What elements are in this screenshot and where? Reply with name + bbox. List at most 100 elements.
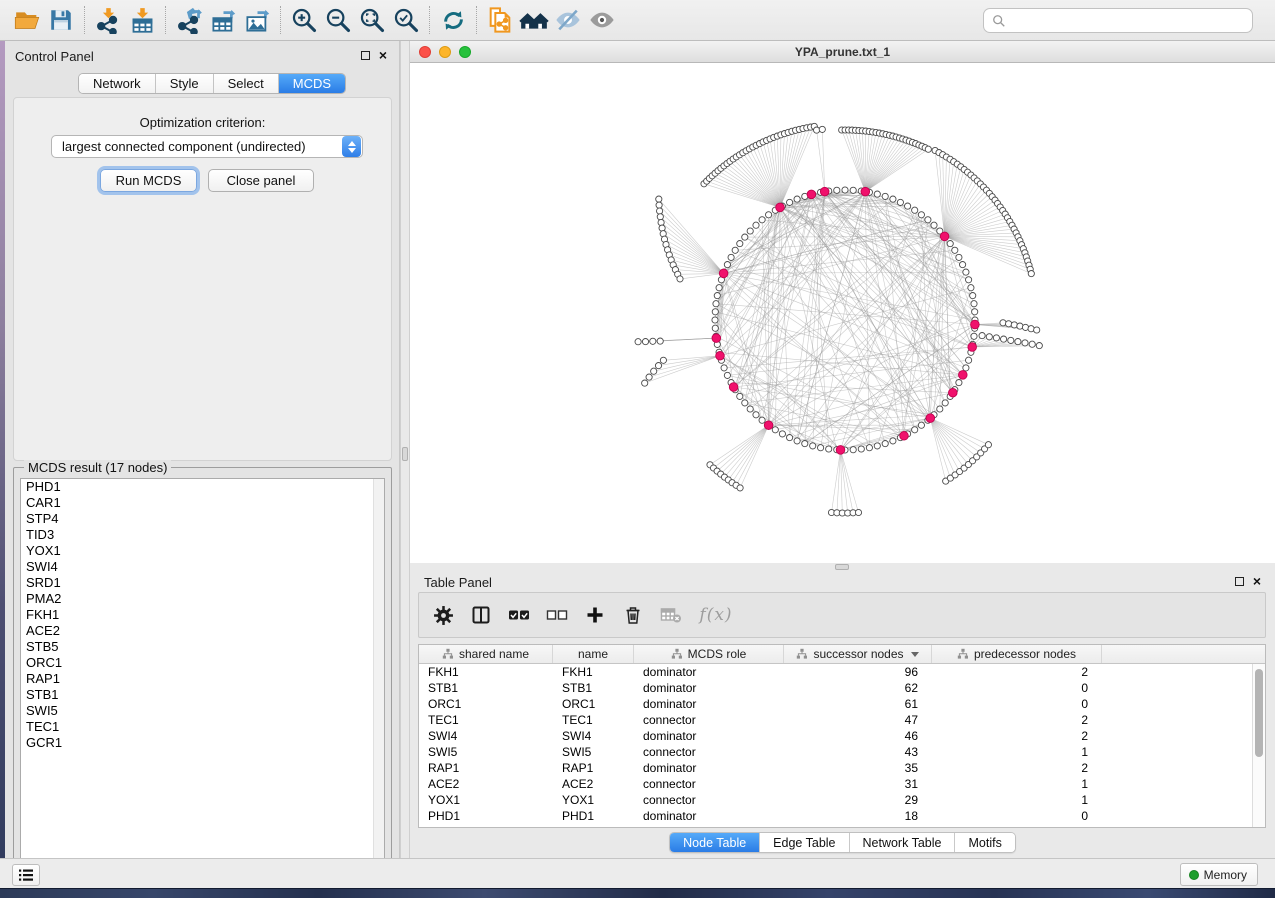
task-history-button[interactable]: [12, 864, 40, 886]
export-network-button[interactable]: [172, 5, 206, 35]
table-row[interactable]: RAP1RAP1dominator352: [419, 760, 1252, 776]
save-session-button[interactable]: [44, 5, 78, 35]
network-window-titlebar[interactable]: YPA_prune.txt_1: [410, 41, 1275, 63]
mcds-result-item[interactable]: CAR1: [21, 495, 384, 511]
table-tabs: Node TableEdge TableNetwork TableMotifs: [669, 832, 1016, 853]
tab-style[interactable]: Style: [156, 74, 214, 93]
mcds-result-item[interactable]: STP4: [21, 511, 384, 527]
table-row[interactable]: SWI4SWI4dominator462: [419, 728, 1252, 744]
delete-column-button[interactable]: [621, 603, 645, 627]
column-chooser-button[interactable]: [469, 603, 493, 627]
mcds-result-item[interactable]: STB5: [21, 639, 384, 655]
cell-shared-name: RAP1: [419, 761, 553, 775]
tab-edge-table[interactable]: Edge Table: [760, 833, 849, 852]
mcds-result-item[interactable]: SRD1: [21, 575, 384, 591]
table-row[interactable]: SWI5SWI5connector431: [419, 744, 1252, 760]
table-row[interactable]: STB1STB1dominator620: [419, 680, 1252, 696]
search-input[interactable]: [1006, 10, 1252, 31]
export-table-icon: [210, 7, 237, 34]
duplicate-network-button[interactable]: [483, 5, 517, 35]
mcds-result-item[interactable]: PMA2: [21, 591, 384, 607]
cell-successor-nodes: 29: [784, 793, 932, 807]
tab-network[interactable]: Network: [79, 74, 156, 93]
tab-mcds[interactable]: MCDS: [279, 74, 345, 93]
mcds-result-item[interactable]: YOX1: [21, 543, 384, 559]
column-header-MCDS-role[interactable]: MCDS role: [634, 645, 784, 663]
optimization-criterion-select[interactable]: largest connected component (undirected): [51, 135, 363, 158]
import-network-button[interactable]: [91, 5, 125, 35]
zoom-in-button[interactable]: [287, 5, 321, 35]
zoom-fit-button[interactable]: [355, 5, 389, 35]
import-table-button[interactable]: [125, 5, 159, 35]
cell-predecessor-nodes: 0: [932, 809, 1102, 823]
open-file-button[interactable]: [10, 5, 44, 35]
cell-shared-name: STB1: [419, 681, 553, 695]
add-column-button[interactable]: [583, 603, 607, 627]
table-row[interactable]: YOX1YOX1connector291: [419, 792, 1252, 808]
mcds-result-item[interactable]: GCR1: [21, 735, 384, 751]
mcds-result-item[interactable]: TID3: [21, 527, 384, 543]
cell-MCDS-role: connector: [634, 793, 784, 807]
cell-successor-nodes: 43: [784, 745, 932, 759]
deselect-all-button[interactable]: [545, 603, 569, 627]
mcds-result-list[interactable]: PHD1CAR1STP4TID3YOX1SWI4SRD1PMA2FKH1ACE2…: [20, 478, 385, 872]
tab-network-table[interactable]: Network Table: [850, 833, 956, 852]
cell-name: SWI4: [553, 729, 634, 743]
table-scrollbar-thumb[interactable]: [1255, 669, 1263, 757]
vertical-splitter-handle[interactable]: [402, 447, 408, 461]
float-table-panel-icon[interactable]: [1235, 577, 1244, 586]
close-table-panel-icon[interactable]: ×: [1253, 576, 1261, 586]
mcds-result-item[interactable]: PHD1: [21, 479, 384, 495]
eye-icon: [588, 6, 616, 34]
delete-table-button-disabled: [659, 603, 683, 627]
mcds-result-item[interactable]: FKH1: [21, 607, 384, 623]
export-table-button[interactable]: [206, 5, 240, 35]
mcds-list-scrollbar[interactable]: [373, 479, 384, 871]
run-mcds-button[interactable]: Run MCDS: [100, 169, 197, 192]
toolbar-separator: [165, 6, 166, 34]
table-settings-button[interactable]: [431, 603, 455, 627]
mcds-result-item[interactable]: SWI4: [21, 559, 384, 575]
horizontal-splitter[interactable]: [410, 563, 1275, 571]
zoom-out-icon: [324, 6, 352, 34]
close-panel-icon[interactable]: ×: [379, 50, 387, 60]
vertical-splitter[interactable]: [400, 41, 410, 858]
table-row[interactable]: PHD1PHD1dominator180: [419, 808, 1252, 824]
tab-node-table[interactable]: Node Table: [670, 833, 760, 852]
column-header-successor-nodes[interactable]: successor nodes: [784, 645, 932, 663]
cell-name: TEC1: [553, 713, 634, 727]
column-header-name[interactable]: name: [553, 645, 634, 663]
table-row[interactable]: ORC1ORC1dominator610: [419, 696, 1252, 712]
cell-name: SWI5: [553, 745, 634, 759]
mcds-result-item[interactable]: SWI5: [21, 703, 384, 719]
first-neighbors-button[interactable]: [517, 5, 551, 35]
search-field[interactable]: [983, 8, 1253, 33]
zoom-selected-button[interactable]: [389, 5, 423, 35]
close-panel-button[interactable]: Close panel: [208, 169, 314, 192]
float-panel-icon[interactable]: [361, 51, 370, 60]
memory-button[interactable]: Memory: [1180, 863, 1258, 886]
mcds-result-item[interactable]: ORC1: [21, 655, 384, 671]
tab-motifs[interactable]: Motifs: [955, 833, 1014, 852]
show-all-button[interactable]: [585, 5, 619, 35]
table-row[interactable]: FKH1FKH1dominator962: [419, 664, 1252, 680]
cell-predecessor-nodes: 1: [932, 793, 1102, 807]
refresh-button[interactable]: [436, 5, 470, 35]
table-scrollbar[interactable]: [1252, 664, 1265, 827]
horizontal-splitter-handle[interactable]: [835, 564, 849, 570]
control-panel-tabs: NetworkStyleSelectMCDS: [78, 73, 346, 94]
hide-selected-button[interactable]: [551, 5, 585, 35]
table-row[interactable]: ACE2ACE2connector311: [419, 776, 1252, 792]
mcds-result-item[interactable]: STB1: [21, 687, 384, 703]
mcds-result-item[interactable]: TEC1: [21, 719, 384, 735]
export-image-button[interactable]: [240, 5, 274, 35]
tab-select[interactable]: Select: [214, 74, 279, 93]
network-canvas[interactable]: [410, 63, 1275, 563]
mcds-result-item[interactable]: ACE2: [21, 623, 384, 639]
table-row[interactable]: TEC1TEC1connector472: [419, 712, 1252, 728]
select-all-button[interactable]: [507, 603, 531, 627]
column-header-shared-name[interactable]: shared name: [419, 645, 553, 663]
mcds-result-item[interactable]: RAP1: [21, 671, 384, 687]
zoom-out-button[interactable]: [321, 5, 355, 35]
column-header-predecessor-nodes[interactable]: predecessor nodes: [932, 645, 1102, 663]
